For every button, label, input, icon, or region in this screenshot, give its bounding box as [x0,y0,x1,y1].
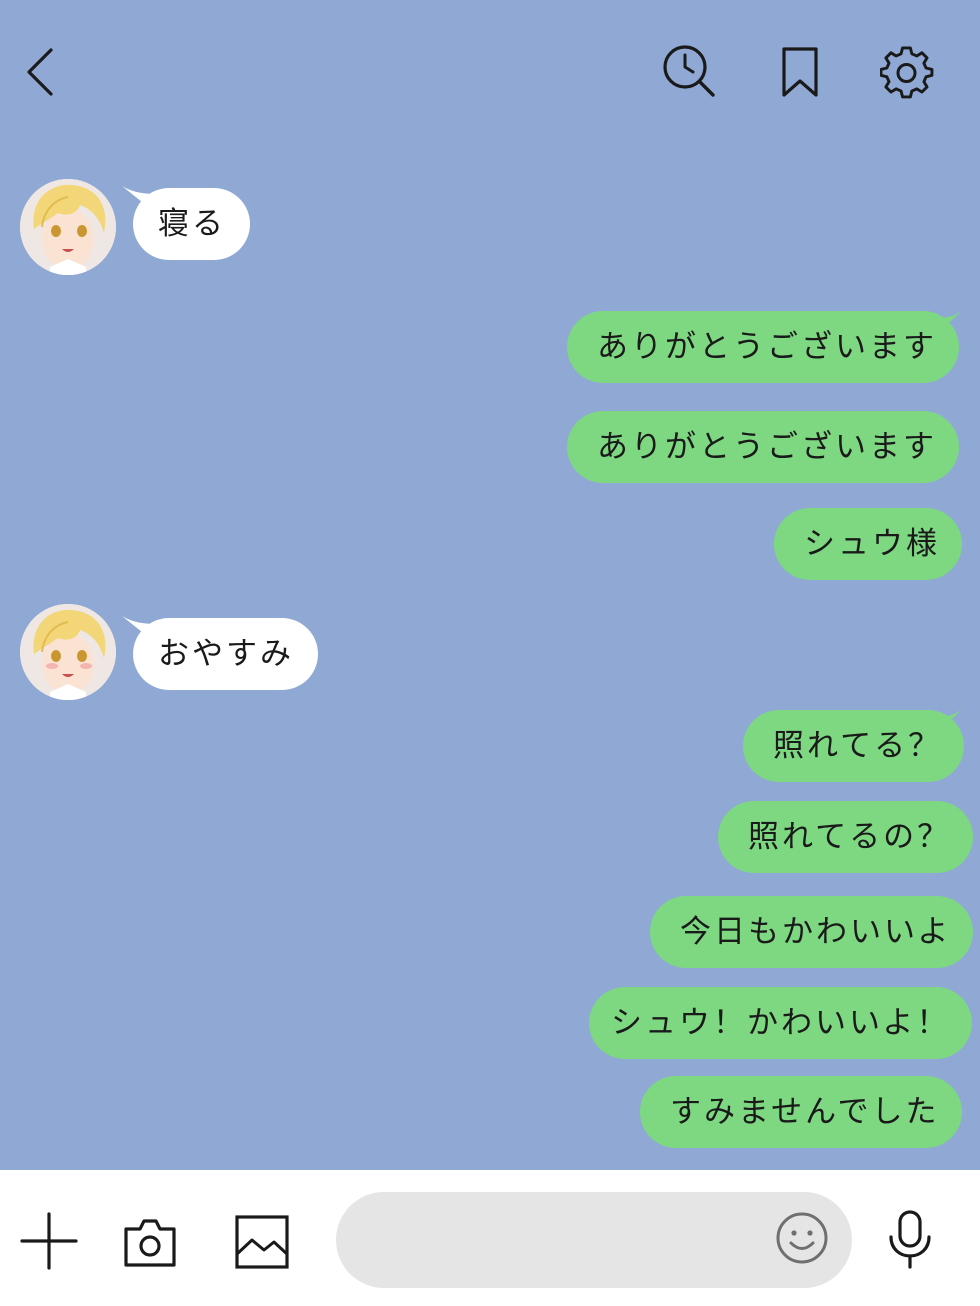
message-bubble-outgoing[interactable]: ありがとうございます [567,411,959,483]
voice-button[interactable] [882,1208,938,1270]
message-bubble-outgoing[interactable]: 照れてるの？ [718,801,974,873]
message-bubble-outgoing[interactable]: 照れてる？ [743,710,965,782]
avatar-image [20,179,116,275]
message-bubble-incoming[interactable]: 寝る [133,188,250,260]
message-bubble-incoming[interactable]: おやすみ [133,618,318,690]
avatar[interactable] [20,604,116,700]
plus-icon [20,1212,78,1270]
avatar[interactable] [20,179,116,275]
avatar-image [20,604,116,700]
message-bubble-outgoing[interactable]: 今日もかわいいよ [650,896,974,968]
add-button[interactable] [18,1210,80,1272]
camera-button[interactable] [120,1212,180,1272]
camera-icon [124,1219,176,1267]
emoji-button[interactable] [774,1210,830,1266]
smiley-icon [776,1212,828,1264]
chat-messages: 寝る ありがとうございます ありがとうございます シュウ様 おやすみ 照れてる？… [0,0,980,1170]
microphone-icon [889,1210,931,1269]
composer-bar [0,1170,980,1306]
image-icon [235,1215,289,1269]
message-bubble-outgoing[interactable]: ありがとうございます [567,311,959,383]
image-button[interactable] [232,1212,292,1272]
message-bubble-outgoing[interactable]: シュウ！かわいいよ！ [589,987,973,1059]
message-bubble-outgoing[interactable]: シュウ様 [774,508,962,580]
message-bubble-outgoing[interactable]: すみませんでした [640,1076,962,1148]
